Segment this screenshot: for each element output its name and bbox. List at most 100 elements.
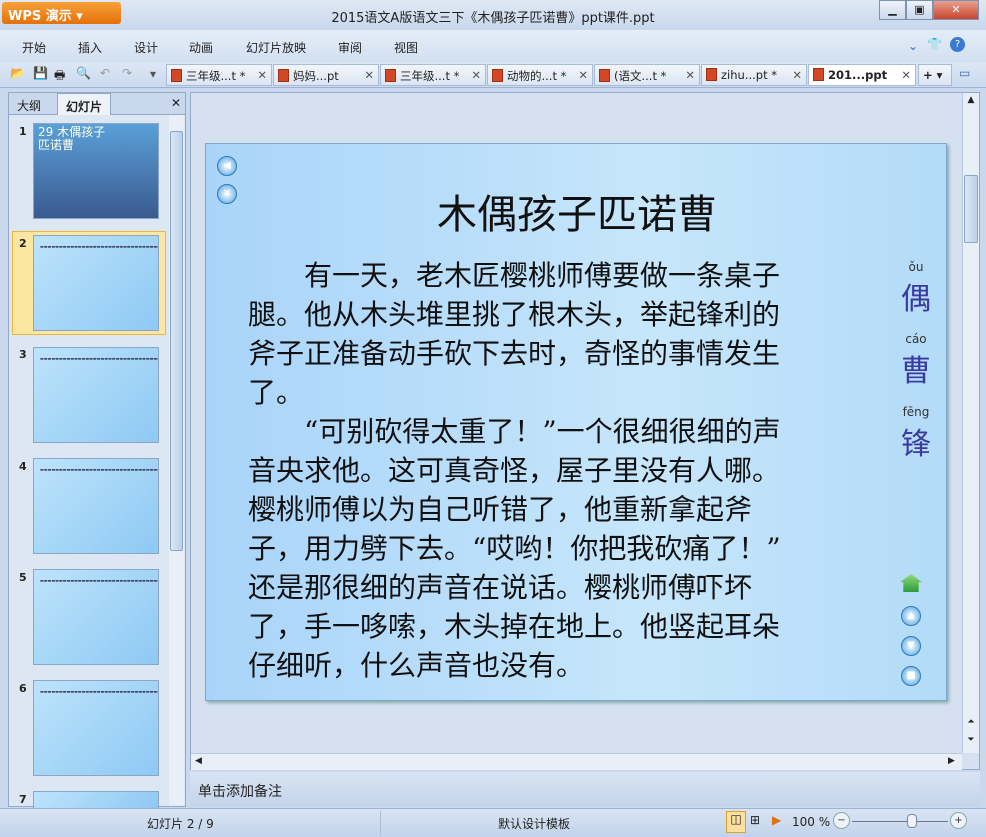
body-line: 腿。他从木头堆里挑了根木头，举起锋利的 (248, 298, 781, 331)
document-tab[interactable]: 动物的...t * ✕ (487, 64, 593, 86)
slide-thumbnail-1[interactable]: 29 木偶孩子 匹诺曹 (33, 123, 159, 219)
divider (380, 811, 381, 835)
close-tab-icon[interactable]: ✕ (685, 68, 695, 82)
slide-canvas[interactable]: ◀ ✕ 木偶孩子匹诺曹 有一天，老木匠樱桃师傅要做一条桌子 腿。他从木头堆里挑了… (205, 143, 947, 701)
menu-view[interactable]: 视图 (394, 39, 418, 56)
skin-icon[interactable]: 👕 (927, 37, 942, 51)
slide-number: 7 (19, 793, 27, 806)
minimize-button[interactable]: ▁ (879, 0, 906, 20)
slide-number: 5 (19, 571, 27, 584)
scrollbar-thumb[interactable] (964, 175, 978, 243)
print-preview-icon[interactable]: 🔍 (76, 66, 91, 80)
template-name[interactable]: 默认设计模板 (498, 815, 570, 832)
close-tab-icon[interactable]: ✕ (471, 68, 481, 82)
slide-thumbnail-2[interactable]: ▬▬▬▬▬▬▬▬▬▬▬▬▬▬▬▬▬▬▬▬▬▬▬▬▬▬▬▬▬▬▬▬▬▬▬▬▬▬▬▬… (33, 235, 159, 331)
slide-thumbnail-3[interactable]: ▬▬▬▬▬▬▬▬▬▬▬▬▬▬▬▬▬▬▬▬▬▬▬▬▬▬▬▬▬▬▬▬▬▬▬▬▬▬▬▬… (33, 347, 159, 443)
body-line: 了。 (248, 376, 305, 409)
ppt-file-icon (278, 69, 289, 82)
pinyin: cáo (905, 332, 927, 346)
scrollbar-thumb[interactable] (170, 131, 183, 551)
maximize-button[interactable]: ▣ (906, 0, 933, 20)
zoom-out-button[interactable]: − (833, 812, 850, 829)
close-tab-icon[interactable]: ✕ (578, 68, 588, 82)
panel-scrollbar[interactable] (169, 115, 184, 805)
tab-label: 三年级...t * (186, 69, 246, 83)
undo-icon[interactable]: ↶ (100, 66, 110, 80)
slide-thumbnail-6[interactable]: ▬▬▬▬▬▬▬▬▬▬▬▬▬▬▬▬▬▬▬▬▬▬▬▬▬▬▬▬▬▬▬▬▬▬▬▬▬▬▬▬… (33, 680, 159, 776)
pinyin: fēng (902, 405, 930, 419)
close-panel-icon[interactable]: ✕ (171, 96, 181, 110)
window-title: 2015语文A版语文三下《木偶孩子匹诺曹》ppt课件.ppt (331, 11, 655, 26)
tab-list-icon[interactable]: ▭ (959, 66, 970, 80)
menu-review[interactable]: 审阅 (338, 39, 362, 56)
zoom-in-button[interactable]: + (950, 812, 967, 829)
vertical-scrollbar[interactable]: ▲ ⏶ ⏷ (962, 93, 979, 753)
menu-insert[interactable]: 插入 (78, 39, 102, 56)
ppt-file-icon (813, 68, 824, 81)
document-tab[interactable]: 三年级...t * ✕ (166, 64, 272, 86)
print-icon[interactable]: 🖶 (54, 66, 65, 87)
slide-title: 木偶孩子匹诺曹 (437, 192, 717, 238)
previous-nav-icon[interactable]: ▲ (901, 606, 921, 626)
scroll-up-icon[interactable]: ▲ (963, 95, 979, 105)
slide-thumbnail-5[interactable]: ▬▬▬▬▬▬▬▬▬▬▬▬▬▬▬▬▬▬▬▬▬▬▬▬▬▬▬▬▬▬▬▬▬▬▬▬▬▬▬▬… (33, 569, 159, 665)
sound-icon[interactable]: ◀ (217, 156, 237, 176)
notes-pane[interactable]: 单击添加备注 (190, 772, 980, 807)
vocab-char: 锋 (901, 427, 931, 462)
redo-icon[interactable]: ↷ (122, 66, 132, 80)
open-icon[interactable]: 📂 (10, 66, 25, 80)
menu-home[interactable]: 开始 (22, 39, 46, 56)
save-icon[interactable]: 💾 (33, 66, 48, 80)
zoom-level[interactable]: 100 % (792, 815, 830, 829)
slide-thumbnail-7[interactable] (33, 791, 159, 809)
close-tab-icon[interactable]: ✕ (364, 68, 374, 82)
body-line: 音央求他。这可真奇怪，屋子里没有人哪。 (248, 454, 781, 487)
document-tab[interactable]: zihu...pt * ✕ (701, 64, 807, 86)
collapse-ribbon-icon[interactable]: ⌄ (908, 39, 918, 53)
tab-label: (语文...t * (614, 69, 667, 83)
help-icon[interactable]: ? (950, 37, 965, 52)
menu-slideshow[interactable]: 幻灯片放映 (246, 39, 306, 56)
slide-thumbnail-4[interactable]: ▬▬▬▬▬▬▬▬▬▬▬▬▬▬▬▬▬▬▬▬▬▬▬▬▬▬▬▬▬▬▬▬▬▬▬▬▬▬▬▬… (33, 458, 159, 554)
close-tab-icon[interactable]: ✕ (792, 68, 802, 82)
menu-animation[interactable]: 动画 (189, 39, 213, 56)
slide-sorter-icon[interactable]: ⊞ (750, 813, 760, 827)
previous-slide-icon[interactable]: ⏶ (963, 717, 979, 727)
end-nav-icon[interactable]: ■ (901, 666, 921, 686)
body-line: “可别砍得太重了！”一个很细很细的声 (248, 415, 781, 448)
zoom-slider[interactable] (852, 821, 948, 822)
tab-label: 三年级...t * (400, 69, 460, 83)
horizontal-scrollbar[interactable]: ◀ ▶ (191, 753, 962, 770)
vocab-char: 偶 (901, 282, 931, 317)
close-tab-icon[interactable]: ✕ (901, 68, 911, 82)
scroll-left-icon[interactable]: ◀ (195, 756, 202, 766)
menu-bar: 开始 插入 设计 动画 幻灯片放映 审阅 视图 ⌄ 👕 ? (0, 30, 986, 62)
scroll-right-icon[interactable]: ▶ (948, 756, 955, 766)
home-nav-icon[interactable] (900, 574, 922, 592)
close-button[interactable]: ✕ (933, 0, 979, 20)
body-line: 樱桃师傅以为自己听错了，他重新拿起斧 (248, 493, 753, 526)
close-tab-icon[interactable]: ✕ (257, 68, 267, 82)
tab-outline[interactable]: 大纲 (17, 97, 41, 114)
document-tab[interactable]: 妈妈...pt ✕ (273, 64, 379, 86)
new-tab-button[interactable]: + ▾ (918, 64, 952, 86)
zoom-slider-thumb[interactable] (906, 814, 917, 828)
document-tab-active[interactable]: 201...ppt ✕ (808, 64, 916, 86)
pinyin: ǒu (908, 260, 924, 274)
slide-number: 3 (19, 348, 27, 361)
document-tab[interactable]: (语文...t * ✕ (594, 64, 700, 86)
menu-design[interactable]: 设计 (134, 39, 158, 56)
slide-number: 4 (19, 460, 27, 473)
customize-toolbar-icon[interactable]: ▾ (150, 67, 156, 81)
tab-slides[interactable]: 幻灯片 (57, 93, 112, 115)
normal-view-icon[interactable]: ◫ (726, 811, 746, 833)
next-nav-icon[interactable]: ▼ (901, 636, 921, 656)
document-tab[interactable]: 三年级...t * ✕ (380, 64, 486, 86)
vocab-char: 曹 (901, 354, 931, 389)
ppt-file-icon (385, 69, 396, 82)
body-line: 仔细听，什么声音也没有。 (248, 649, 585, 682)
next-slide-icon[interactable]: ⏷ (963, 735, 979, 745)
body-line: 斧子正准备动手砍下去时，奇怪的事情发生 (248, 337, 781, 370)
slideshow-icon[interactable]: ▶ (772, 813, 781, 827)
tab-label: 妈妈...pt (293, 69, 339, 83)
